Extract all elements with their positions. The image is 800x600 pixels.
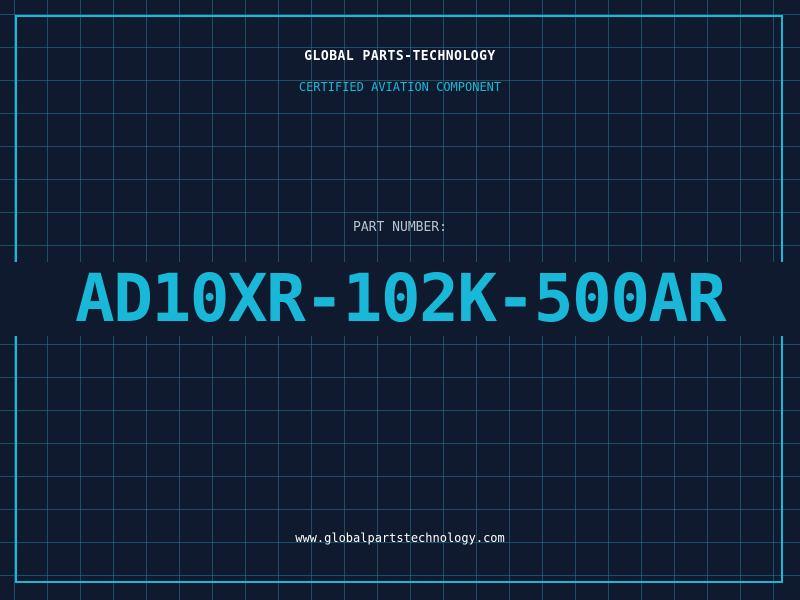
part-label-card: GLOBAL PARTS-TECHNOLOGY CERTIFIED AVIATI… <box>0 0 800 600</box>
tagline: CERTIFIED AVIATION COMPONENT <box>298 80 502 94</box>
website-url: www.globalpartstechnology.com <box>295 531 505 545</box>
part-number-value: AD10XR-102K-500AR <box>74 260 727 337</box>
part-number-label: PART NUMBER: <box>353 220 447 235</box>
company-name: GLOBAL PARTS-TECHNOLOGY <box>304 49 496 64</box>
